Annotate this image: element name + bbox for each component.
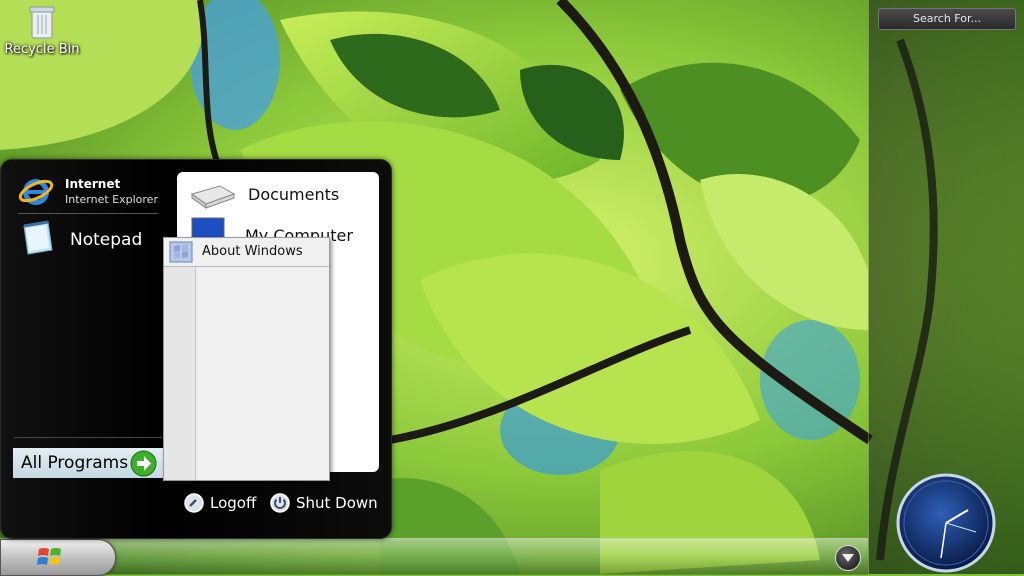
all-programs-button[interactable]: All Programs: [13, 448, 163, 478]
about-windows-label: About Windows: [202, 244, 303, 259]
submenu-icon-gutter: [164, 267, 196, 480]
logoff-icon: [184, 493, 204, 513]
pinned-item-notepad[interactable]: Notepad: [18, 220, 158, 260]
documents-icon: [190, 185, 236, 209]
notepad-label: Notepad: [70, 230, 143, 250]
power-icon: [270, 493, 290, 513]
programs-submenu: About Windows: [163, 237, 330, 481]
submenu-separator: [164, 266, 329, 267]
pinned-divider: [18, 213, 158, 214]
shutdown-label: Shut Down: [296, 494, 378, 512]
documents-label: Documents: [248, 185, 340, 204]
windows-flag-icon: [169, 241, 193, 263]
recycle-bin-label: Recycle Bin: [4, 42, 80, 57]
internet-title: Internet: [65, 177, 121, 191]
tray-expand-button[interactable]: [835, 545, 861, 571]
submenu-item-about-windows[interactable]: About Windows: [164, 238, 329, 266]
all-programs-divider: [14, 437, 162, 438]
clock-gadget: [896, 473, 996, 573]
pinned-item-internet[interactable]: Internet Internet Explorer: [18, 173, 158, 213]
chevron-down-icon: [842, 554, 854, 562]
taskbar: [0, 538, 868, 575]
internet-subtitle: Internet Explorer: [65, 193, 158, 206]
recycle-bin-desktop-icon[interactable]: Recycle Bin: [2, 4, 82, 57]
notepad-icon: [23, 220, 53, 255]
start-button[interactable]: [0, 539, 116, 576]
logoff-label: Logoff: [210, 494, 257, 512]
all-programs-label: All Programs: [21, 453, 129, 473]
recycle-bin-icon: [29, 6, 55, 39]
green-arrow-icon: [130, 450, 157, 477]
windows-logo-icon: [37, 548, 61, 565]
sidebar-search-box[interactable]: Search For...: [878, 8, 1016, 30]
internet-explorer-icon: [18, 179, 54, 205]
